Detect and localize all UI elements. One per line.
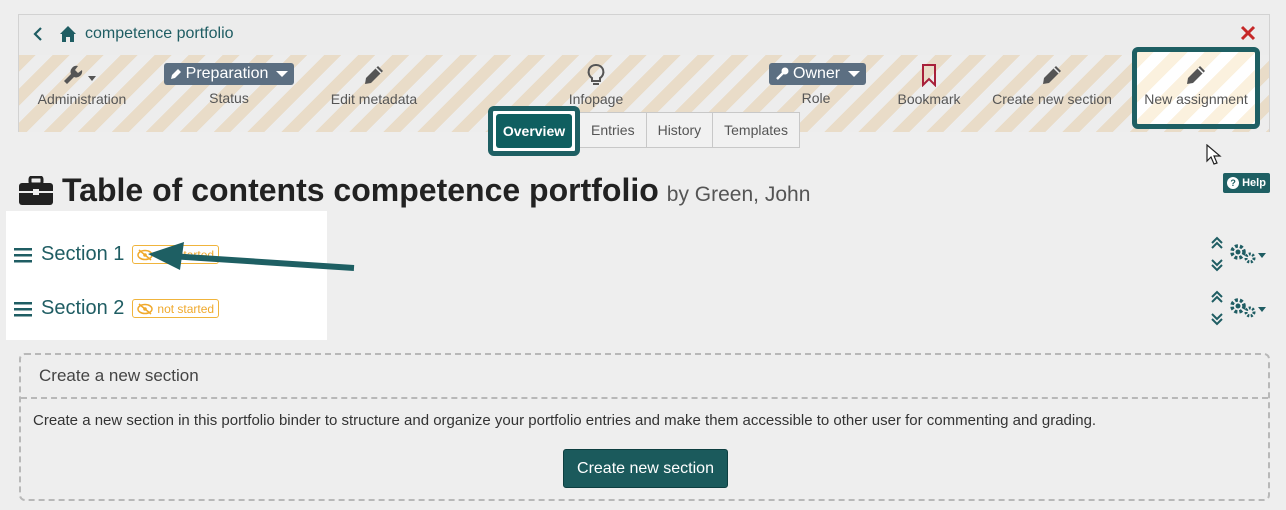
infopage-label: Infopage [568,91,624,107]
title-text: Table of contents competence portfolio [62,172,659,208]
help-label: Help [1242,177,1266,189]
status-tool[interactable]: Preparation Status [163,63,295,106]
menu-icon [14,301,32,316]
bookmark-label: Bookmark [897,91,961,107]
role-dropdown[interactable]: Owner [769,63,867,85]
home-icon[interactable] [59,25,77,43]
status-badge: not started [132,299,220,318]
wrench-icon [64,65,96,84]
bookmark-tool[interactable]: Bookmark [895,63,963,107]
gears-icon[interactable] [1229,243,1269,265]
section-item[interactable]: Section 2 not started [14,297,220,320]
breadcrumb: competence portfolio [19,15,1269,55]
section-row-tools [1209,235,1271,275]
page-title: Table of contents competence portfolio b… [18,172,810,209]
administration-tool[interactable]: Administration [37,63,127,107]
create-new-section-button[interactable]: Create new section [563,449,728,488]
breadcrumb-label[interactable]: competence portfolio [85,25,234,43]
bookmark-icon [922,64,936,87]
updown-icon[interactable] [1209,289,1225,327]
chevron-down-icon [276,71,289,77]
title-author: by Green, John [666,183,811,206]
create-section-heading: Create a new section [21,355,1268,399]
status-dropdown[interactable]: Preparation [163,63,295,85]
tab-entries[interactable]: Entries [580,112,647,148]
administration-label: Administration [37,91,127,107]
infopage-tool[interactable]: Infopage [563,63,629,107]
briefcase-icon [19,175,53,205]
edit-metadata-tool[interactable]: Edit metadata [327,63,421,107]
updown-icon[interactable] [1209,235,1225,273]
tab-bar: Overview Entries History Templates [488,106,800,156]
status-label: Status [209,90,249,106]
tab-overview[interactable]: Overview [488,106,580,156]
gears-icon[interactable] [1229,297,1269,319]
section-label[interactable]: Section 2 [41,297,124,320]
key-icon [776,67,789,80]
pencil-icon [1187,66,1205,84]
tab-overview-label: Overview [496,114,572,148]
pencil-icon [365,66,383,84]
create-new-section-tool[interactable]: Create new section [991,63,1113,107]
pencil-icon [1043,66,1061,84]
section-label[interactable]: Section 1 [41,243,124,266]
chevron-down-icon [848,71,861,77]
new-assignment-tool[interactable]: New assignment [1132,47,1260,129]
create-new-section-label: Create new section [992,91,1112,107]
eye-slash-icon [137,302,154,315]
lightbulb-icon [587,64,605,85]
annotation-arrow [148,242,355,271]
close-icon[interactable] [1239,24,1257,42]
tab-templates[interactable]: Templates [713,112,800,148]
role-value: Owner [793,65,841,82]
section-row-tools [1209,289,1271,329]
create-section-description: Create a new section in this portfolio b… [33,412,1097,429]
menu-icon [14,247,32,262]
new-assignment-label: New assignment [1144,91,1248,107]
role-tool[interactable]: Owner Role [769,63,867,106]
status-badge-label: not started [157,301,215,316]
pencil-icon [170,69,181,79]
status-value: Preparation [185,65,269,82]
help-icon: ? [1227,177,1240,189]
help-button[interactable]: ? Help [1223,173,1270,193]
tab-history[interactable]: History [646,112,714,148]
cursor-icon [1206,144,1222,165]
role-label: Role [801,90,831,106]
edit-metadata-label: Edit metadata [330,91,418,107]
create-section-panel: Create a new section Create a new sectio… [19,353,1270,501]
back-icon[interactable] [31,25,45,43]
